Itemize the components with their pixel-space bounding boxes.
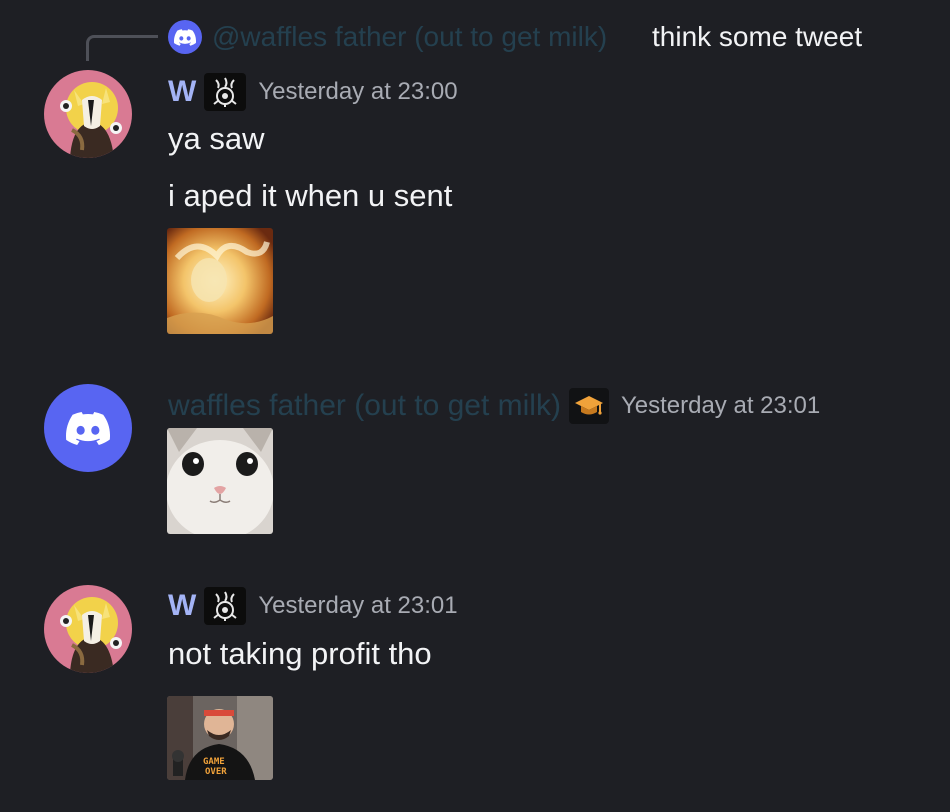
message-header: W Yesterday at 23:01 [168, 586, 458, 626]
username[interactable]: waffles father (out to get milk) [168, 389, 561, 423]
timestamp: Yesterday at 23:00 [258, 78, 458, 105]
message-text: i aped it when u sent [168, 178, 453, 213]
occult-emblem-icon [213, 591, 237, 621]
anime-character-avatar [44, 70, 132, 158]
reply-avatar[interactable] [168, 20, 202, 54]
message-header: W Yesterday at 23:00 [168, 72, 458, 112]
anime-character-avatar [44, 585, 132, 673]
role-badge[interactable] [568, 388, 609, 424]
image-attachment[interactable]: GAME OVER [167, 696, 273, 780]
reply-mention[interactable]: @waffles father (out to get milk) [212, 18, 607, 56]
role-badge[interactable] [204, 587, 247, 625]
graduation-cap-icon [574, 396, 603, 415]
svg-text:OVER: OVER [205, 767, 227, 777]
message-text: not taking profit tho [168, 636, 432, 671]
avatar[interactable] [44, 384, 132, 472]
svg-text:GAME: GAME [203, 757, 225, 767]
reply-preview-text[interactable]: think some tweet [652, 18, 862, 56]
reply-connector [86, 35, 158, 61]
kitten-face-image [167, 428, 273, 534]
image-attachment[interactable] [167, 228, 273, 334]
chat-log: @waffles father (out to get milk) think … [0, 0, 950, 812]
timestamp: Yesterday at 23:01 [620, 392, 821, 419]
image-attachment[interactable] [167, 428, 273, 534]
fire-meme-image [167, 228, 273, 334]
username[interactable]: W [168, 75, 196, 109]
role-badge[interactable] [204, 73, 247, 111]
message-text: ya saw [168, 121, 265, 156]
discord-logo-icon [66, 411, 110, 445]
username[interactable]: W [168, 589, 196, 623]
message-header: waffles father (out to get milk) Yesterd… [168, 386, 820, 426]
discord-logo-icon [174, 28, 196, 46]
avatar[interactable] [44, 585, 132, 673]
streamer-game-over-shirt-image: GAME OVER [167, 696, 273, 780]
timestamp: Yesterday at 23:01 [258, 592, 458, 619]
occult-emblem-icon [213, 77, 237, 107]
avatar[interactable] [44, 70, 132, 158]
